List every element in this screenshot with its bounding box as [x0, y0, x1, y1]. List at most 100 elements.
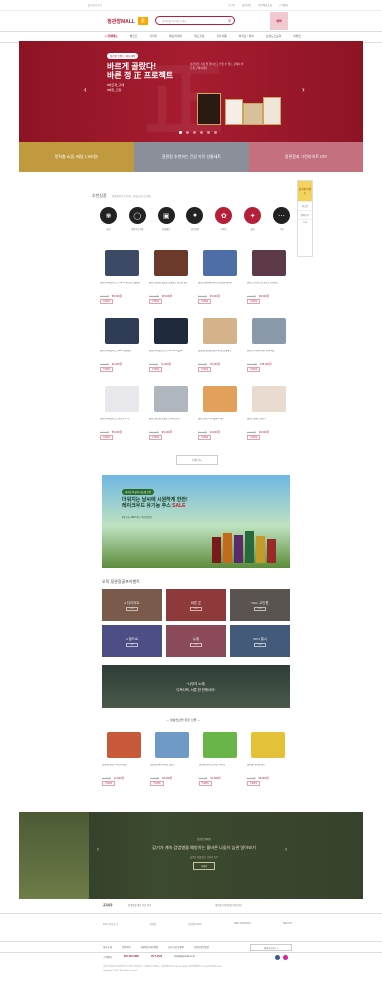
golf-tile[interactable]: NGL 고인원 GO: [230, 589, 290, 621]
product-name[interactable]: [골프] 타이틀리스트 Pro V1 골프공 선물세트: [100, 282, 143, 288]
product-image[interactable]: [198, 313, 241, 349]
site-logo[interactable]: 정관장MALL 正: [100, 15, 155, 27]
product-card[interactable]: [골프] 라켓형 연습기 35,000원 29,000원 무료배송: [247, 381, 290, 444]
hero-dot[interactable]: [179, 131, 182, 134]
hero-dot[interactable]: [193, 131, 196, 134]
product-name[interactable]: [골프] 타이틀리스트 골프공 12구: [100, 418, 143, 424]
golf-tile[interactable]: NEO 출시 GO: [230, 625, 290, 657]
product-name[interactable]: [골프] 정관장 홍삼정 선물세트 골프공 세트: [149, 282, 192, 288]
category-item[interactable]: ✿ 라이프: [215, 207, 233, 231]
hero-banner[interactable]: 正 정관장 브랜드 최대 혜택 바르게 골랐다! 바른 정 正 프로젝트 #바르…: [19, 41, 363, 145]
product-name[interactable]: [골프] 드라이버 헤드 커버 세트: [247, 350, 290, 356]
product-name[interactable]: [골프] 타이틀리스트 Pro V1x 더블팩: [149, 350, 192, 356]
footer-link-youth[interactable]: 청소년보호정책: [168, 945, 183, 949]
product-image[interactable]: [149, 245, 192, 281]
product-name[interactable]: [골프] 타이틀리스트 AVX 선물세트: [100, 350, 143, 356]
quote-banner[interactable]: "나부의 노래, 다독다독, 서툰 한 번에서러": [102, 665, 290, 708]
product-name[interactable]: [정관장] 홍삼정 에브리타임 선물세트: [198, 350, 241, 356]
search-input[interactable]: 검색어를 입력해 주세요 ⚲: [155, 16, 235, 25]
hero-dot[interactable]: [207, 131, 210, 134]
header-promo-banner[interactable]: 혜택: [270, 12, 288, 30]
product-card[interactable]: [정관장] 알파프로젝트 비타민 38,000원 32,000원 무료배송: [198, 727, 242, 789]
sub-banner-3[interactable]: 정관장과 그린라이트 ON!: [249, 142, 363, 172]
product-image[interactable]: [198, 245, 241, 281]
footer-link-business[interactable]: 사업자정보확인: [194, 945, 209, 949]
notice-label[interactable]: 공지사항: [103, 903, 113, 907]
product-name[interactable]: [골프] 골프 티 & 볼마커 세트: [198, 418, 241, 424]
order-lookup-link[interactable]: 주문배송조회: [258, 3, 272, 7]
partner-logo[interactable]: 정관장: [150, 922, 157, 926]
hero-prev-arrow-icon[interactable]: ‹: [84, 85, 87, 94]
product-name[interactable]: [골프] 라켓형 연습기: [247, 418, 290, 424]
golf-go-button[interactable]: GO: [190, 606, 202, 611]
product-image[interactable]: [100, 381, 143, 417]
product-card[interactable]: [골프] 브리지스톤 골프공 기획세트 45,000원 39,000원 무료배송: [247, 245, 290, 308]
customer-center-link[interactable]: 고객센터: [279, 3, 288, 7]
juice-promo-banner[interactable]: 라이프 & 뷰티 리뉴얼 오픈 더워지는 날씨에 시원하게 한잔! 레이크우드 …: [102, 475, 290, 568]
quick-top[interactable]: TOP: [298, 219, 312, 226]
product-image[interactable]: [247, 727, 290, 763]
quick-ad-banner[interactable]: 정관장 이벤트: [298, 181, 312, 201]
more-button[interactable]: 더보기 +: [176, 455, 218, 465]
cs-email[interactable]: help@kgcmall.co.kr: [174, 955, 195, 959]
product-card[interactable]: [골프] 타이틀리스트 골프공 12구 60,000원 55,000원 무료배송: [100, 381, 143, 444]
category-item[interactable]: ◯ 건강기능식품: [128, 207, 146, 231]
product-image[interactable]: [100, 313, 143, 349]
product-card[interactable]: [골프] 타이틀리스트 Pro V1x 더블팩 80,000원 72,000원 무료배…: [149, 313, 192, 376]
notice-item[interactable]: 정관장몰 배송 지연 안내: [128, 903, 151, 907]
product-image[interactable]: [149, 381, 192, 417]
partner-logo[interactable]: HEALTH: [283, 922, 292, 926]
login-link[interactable]: 로그인: [228, 3, 235, 7]
quick-cart[interactable]: 장바구니: [298, 210, 312, 219]
product-name[interactable]: [골프] 브리지스톤 골프공 기획세트: [247, 282, 290, 288]
golf-tile[interactable]: 뉴필 GO: [166, 625, 226, 657]
product-image[interactable]: [149, 313, 192, 349]
product-card[interactable]: [골프] 타이틀리스트 Pro V1 골프공 선물세트 68,000원 58,000…: [100, 245, 143, 308]
product-image[interactable]: [198, 381, 241, 417]
campaign-prev-arrow-icon[interactable]: ‹: [97, 847, 99, 853]
partner-logo[interactable]: RED GINSENG: [234, 922, 251, 926]
notice-item[interactable]: 개인정보처리방침 변경 안내: [215, 903, 242, 907]
golf-go-button[interactable]: GO: [254, 642, 266, 647]
golf-tile[interactable]: 바른 正 GO: [166, 589, 226, 621]
instagram-icon[interactable]: [283, 955, 288, 960]
product-image[interactable]: [102, 727, 145, 763]
product-name[interactable]: [골프] 캘러웨이 골프공 정관장 에디션: [198, 282, 241, 288]
category-item[interactable]: ▣ 선물세트: [157, 207, 175, 231]
product-image[interactable]: [247, 313, 290, 349]
product-card[interactable]: [골프] 타이틀리스트 AVX 선물세트 70,000원 62,000원 무료배송: [100, 313, 143, 376]
product-image[interactable]: [199, 727, 242, 763]
product-image[interactable]: [247, 245, 290, 281]
hero-dot[interactable]: [186, 131, 189, 134]
nav-best[interactable]: 베스트: [130, 34, 138, 38]
product-image[interactable]: [247, 381, 290, 417]
facebook-icon[interactable]: [275, 955, 280, 960]
product-card[interactable]: [골프] 캘러웨이 골프공 정관장 에디션 52,000원 45,000원 무료배송: [198, 245, 241, 308]
nav-brand-store[interactable]: 브랜드스토어: [266, 34, 281, 38]
golf-tile[interactable]: # 다이어트 GO: [102, 589, 162, 621]
product-card[interactable]: [정관장] 홍삼 아이스티 세트 15,000원 12,900원 무료배송: [102, 727, 145, 789]
hero-dot[interactable]: [214, 131, 217, 134]
product-card[interactable]: [골프] 골프 티 & 볼마커 세트 25,000원 19,000원 무료배송: [198, 381, 241, 444]
product-name[interactable]: [정관장] 알파프로젝트 비타민: [199, 764, 242, 770]
product-card[interactable]: [골프] 골프화 남성용 스파이크리스 110,000원 89,000원 무료배송: [149, 381, 192, 444]
bookmark-link[interactable]: 즐겨찾기추가: [88, 3, 102, 7]
golf-go-button[interactable]: GO: [126, 606, 138, 611]
family-site-select[interactable]: 패밀리사이트 ▾: [250, 944, 292, 951]
category-item[interactable]: ✦ 뷰티: [244, 207, 262, 231]
sub-banner-2[interactable]: 정관장 추천하는 건강 가득 선물세트: [134, 142, 249, 172]
category-item[interactable]: ⋯ 기타: [272, 207, 290, 231]
product-name[interactable]: [정관장] 홍삼톤 골드: [247, 764, 290, 770]
hero-next-arrow-icon[interactable]: ›: [302, 85, 305, 94]
footer-link-terms[interactable]: 이용약관: [122, 945, 131, 949]
sub-banner-1[interactable]: 정직충 쇼핑, 쎄일 1,300원!: [19, 142, 134, 172]
product-name[interactable]: [골프] 골프화 남성용 스파이크리스: [149, 418, 192, 424]
product-name[interactable]: [정관장] 에브리타임 밸런스: [150, 764, 193, 770]
signup-link[interactable]: 회원가입: [242, 3, 251, 7]
quick-recent[interactable]: 최근본: [298, 201, 312, 210]
product-image[interactable]: [150, 727, 193, 763]
golf-go-button[interactable]: GO: [190, 642, 202, 647]
campaign-banner[interactable]: 정관장 캠페인 감기가 계속 감염병을 예방하는 올바른 나들이 습관 알아보기…: [19, 812, 363, 899]
golf-go-button[interactable]: GO: [254, 606, 266, 611]
golf-go-button[interactable]: GO: [126, 642, 138, 647]
